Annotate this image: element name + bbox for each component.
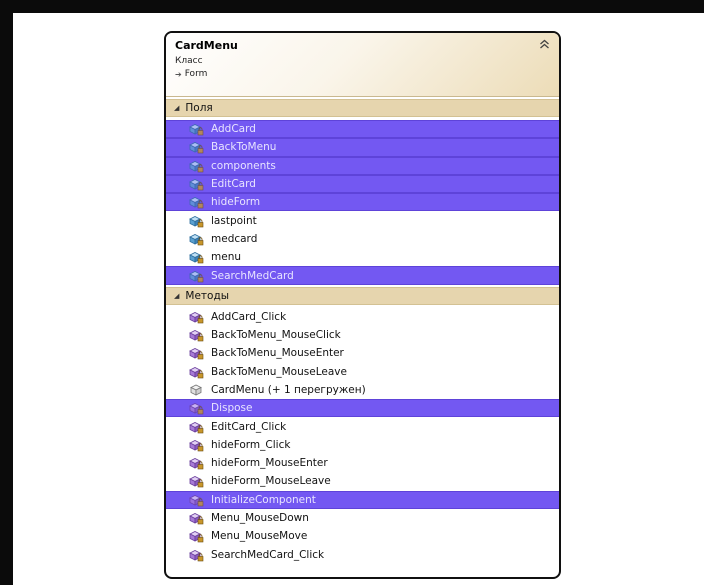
field-row[interactable]: components — [166, 156, 559, 175]
field-icon — [189, 215, 204, 227]
method-icon — [189, 476, 204, 488]
field-row-label: hideForm — [211, 196, 261, 209]
method-row[interactable]: BackToMenu_MouseClick — [166, 326, 559, 344]
method-row[interactable]: Dispose — [166, 399, 559, 418]
section-header-fields[interactable]: ◢ Поля — [166, 99, 559, 117]
field-row-label: AddCard — [211, 123, 256, 136]
class-box-cardmenu[interactable]: CardMenu Класс ➔ Form ◢ Поля AddCard Back… — [164, 31, 561, 579]
field-row-label: EditCard — [211, 178, 256, 191]
field-row-label: components — [211, 159, 276, 172]
field-icon — [189, 142, 204, 154]
method-row[interactable]: AddCard_Click — [166, 308, 559, 326]
method-row-label: hideForm_Click — [211, 438, 291, 451]
method-row-label: CardMenu (+ 1 перегружен) — [211, 384, 366, 396]
method-row[interactable]: InitializeComponent — [166, 490, 559, 509]
field-icon — [189, 179, 204, 191]
collapse-triangle-icon: ◢ — [174, 291, 180, 300]
methods-list: AddCard_Click BackToMenu_MouseClick BackTo… — [166, 308, 559, 564]
section-label-fields: Поля — [185, 102, 213, 114]
field-row[interactable]: lastpoint — [166, 211, 559, 229]
field-row[interactable]: SearchMedCard — [166, 266, 559, 285]
field-icon — [189, 124, 204, 136]
constructor-icon — [190, 384, 202, 396]
method-icon — [189, 439, 204, 452]
collapse-triangle-icon: ◢ — [174, 104, 180, 112]
field-icon — [189, 197, 204, 209]
field-row-label: SearchMedCard — [211, 269, 294, 282]
method-icon — [189, 403, 204, 415]
method-row[interactable]: BackToMenu_MouseEnter — [166, 344, 559, 362]
field-row-label: BackToMenu — [211, 141, 277, 154]
method-icon — [189, 549, 204, 561]
method-row-label: BackToMenu_MouseClick — [211, 329, 341, 342]
method-icon — [189, 348, 204, 360]
method-icon — [189, 311, 204, 324]
method-row[interactable]: Menu_MouseMove — [166, 527, 559, 545]
field-row-label: medcard — [211, 232, 258, 245]
field-row[interactable]: BackToMenu — [166, 138, 559, 157]
field-row[interactable]: hideForm — [166, 193, 559, 212]
class-title: CardMenu — [175, 39, 238, 52]
method-row-label: BackToMenu_MouseLeave — [211, 365, 347, 378]
method-row[interactable]: CardMenu (+ 1 перегружен) — [166, 381, 559, 399]
method-icon — [189, 494, 204, 507]
inheritance-arrow-icon: ➔ — [175, 70, 182, 79]
field-row-label: menu — [211, 251, 241, 264]
method-icon — [189, 531, 204, 543]
fields-list: AddCard BackToMenu components EditCard hideF… — [166, 120, 559, 285]
field-row[interactable]: AddCard — [166, 120, 559, 139]
method-row-label: AddCard_Click — [211, 310, 287, 323]
method-row[interactable]: EditCard_Click — [166, 417, 559, 435]
method-row-label: InitializeComponent — [211, 493, 316, 506]
double-chevron-up-icon — [539, 39, 549, 49]
method-row[interactable]: hideForm_MouseLeave — [166, 472, 559, 490]
section-label-methods: Методы — [185, 289, 230, 302]
method-icon — [189, 366, 204, 379]
method-row[interactable]: BackToMenu_MouseLeave — [166, 363, 559, 381]
method-row-label: Dispose — [211, 402, 253, 415]
method-row-label: hideForm_MouseLeave — [211, 475, 331, 488]
class-kind: Класс — [175, 56, 203, 66]
screenshot-stage: CardMenu Класс ➔ Form ◢ Поля AddCard Back… — [0, 0, 704, 585]
method-row-label: SearchMedCard_Click — [211, 548, 325, 561]
base-class-name: Form — [184, 69, 208, 79]
class-header[interactable]: CardMenu Класс ➔ Form — [166, 33, 559, 97]
base-class: ➔ Form — [175, 68, 559, 81]
field-row[interactable]: menu — [166, 248, 559, 266]
method-row-label: BackToMenu_MouseEnter — [211, 347, 344, 360]
method-row[interactable]: Menu_MouseDown — [166, 509, 559, 527]
method-row[interactable]: SearchMedCard_Click — [166, 546, 559, 564]
method-row[interactable]: hideForm_Click — [166, 436, 559, 454]
method-row[interactable]: hideForm_MouseEnter — [166, 454, 559, 472]
field-icon — [189, 233, 204, 246]
method-icon — [189, 330, 204, 342]
collapse-class-button[interactable] — [537, 37, 551, 51]
method-icon — [189, 421, 204, 433]
field-row[interactable]: medcard — [166, 230, 559, 248]
field-row-label: lastpoint — [211, 214, 257, 227]
field-icon — [189, 160, 204, 173]
section-header-methods[interactable]: ◢ Методы — [166, 286, 559, 305]
method-row-label: Menu_MouseDown — [211, 512, 309, 525]
method-row-label: Menu_MouseMove — [211, 530, 308, 543]
field-row[interactable]: EditCard — [166, 174, 559, 194]
method-icon — [189, 458, 204, 470]
field-icon — [189, 252, 204, 264]
method-row-label: hideForm_MouseEnter — [211, 457, 328, 470]
method-icon — [189, 513, 204, 525]
field-icon — [189, 270, 204, 282]
method-row-label: EditCard_Click — [211, 420, 287, 433]
